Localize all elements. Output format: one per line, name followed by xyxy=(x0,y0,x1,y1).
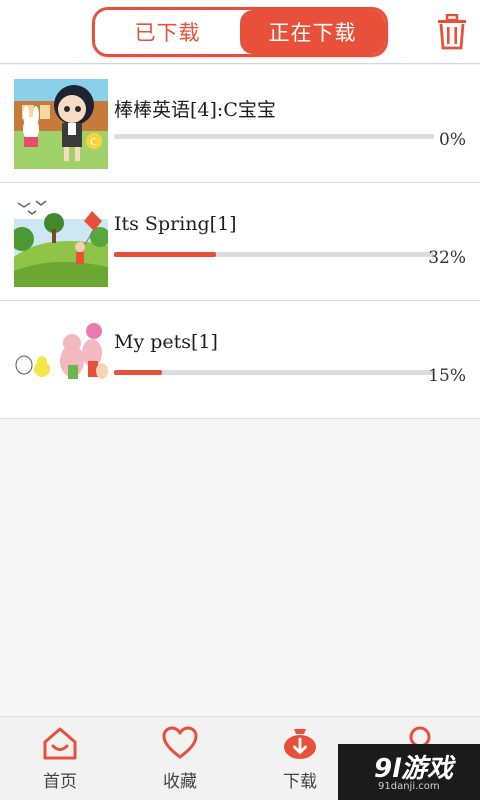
tab-downloaded[interactable]: 已下载 xyxy=(95,10,240,54)
spring-kite-thumbnail xyxy=(14,197,108,287)
list-item[interactable]: My pets[1] 15% xyxy=(0,301,480,419)
progress-percent: 0% xyxy=(439,130,466,150)
progress-bar xyxy=(114,370,434,375)
progress-percent: 15% xyxy=(428,366,466,386)
heart-icon xyxy=(162,726,198,759)
trash-icon[interactable] xyxy=(436,13,468,50)
download-tab-switcher: 已下载 正在下载 xyxy=(92,7,388,57)
header: 已下载 正在下载 xyxy=(0,0,480,64)
tab-downloading[interactable]: 正在下载 xyxy=(240,10,385,54)
tab-home[interactable]: 首页 xyxy=(0,717,120,800)
tab-label: 收藏 xyxy=(163,772,197,792)
watermark-logo: 9l游戏 91danji.com xyxy=(338,744,480,800)
list-item[interactable]: C 棒棒英语[4]:C宝宝 0% xyxy=(0,65,480,183)
item-title: 棒棒英语[4]:C宝宝 xyxy=(114,99,276,121)
progress-fill xyxy=(114,252,217,257)
cartoon-girl-thumbnail: C xyxy=(14,79,108,169)
download-icon xyxy=(284,729,316,759)
tab-favorites[interactable]: 收藏 xyxy=(120,717,240,800)
progress-bar xyxy=(114,134,434,139)
tab-label: 首页 xyxy=(43,772,77,792)
item-title: Its Spring[1] xyxy=(114,213,237,235)
list-item[interactable]: Its Spring[1] 32% xyxy=(0,183,480,301)
download-list: C 棒棒英语[4]:C宝宝 0% Its Spring[1] 32% My pe… xyxy=(0,65,480,419)
progress-percent: 32% xyxy=(428,248,466,268)
watermark-url: 91danji.com xyxy=(378,781,440,792)
progress-bar xyxy=(114,252,434,257)
home-icon xyxy=(43,727,77,760)
watermark-brand: 9l游戏 xyxy=(374,754,454,784)
item-title: My pets[1] xyxy=(114,331,218,353)
pets-cartoon-thumbnail xyxy=(14,315,108,405)
progress-fill xyxy=(114,370,162,375)
svg-text:C: C xyxy=(90,137,97,148)
